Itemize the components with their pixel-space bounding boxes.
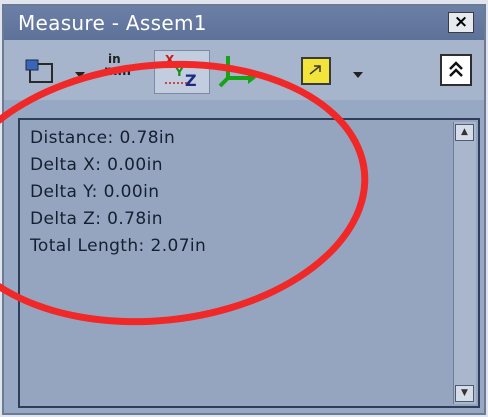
yellow-folder-icon[interactable] (300, 54, 334, 88)
folder-dropdown-icon[interactable] (352, 64, 364, 78)
select-dropdown-icon[interactable] (74, 64, 86, 78)
scroll-up-button[interactable]: ▲ (455, 124, 474, 141)
title-bar[interactable]: Measure - Assem1 × (4, 6, 484, 40)
select-tool-icon[interactable] (22, 52, 64, 90)
measure-window: Measure - Assem1 × in mm X Y Z Distance:… (2, 4, 486, 415)
delta-y-line: Delta Y: 0.00in (30, 182, 160, 202)
toolbar: in mm X Y Z (4, 40, 484, 100)
delta-z-line: Delta Z: 0.78in (30, 209, 163, 229)
total-length-line: Total Length: 2.07in (30, 236, 207, 256)
vertical-scrollbar[interactable]: ▲ ▼ (453, 122, 476, 404)
point-to-point-icon[interactable] (216, 52, 258, 90)
close-button[interactable]: × (448, 12, 474, 33)
window-title: Measure - Assem1 (18, 11, 207, 35)
measure-results-panel: Distance: 0.78in Delta X: 0.00in Delta Y… (18, 118, 480, 408)
delta-x-line: Delta X: 0.00in (30, 155, 163, 175)
units-button[interactable]: in mm (104, 52, 144, 90)
xyz-axes-icon (165, 82, 187, 84)
scroll-down-button[interactable]: ▼ (455, 385, 474, 402)
xyz-dimensions-button[interactable]: X Y Z (154, 50, 210, 94)
collapse-icon (449, 61, 463, 77)
distance-line: Distance: 0.78in (30, 128, 176, 148)
collapse-button[interactable] (440, 54, 472, 86)
units-mm-label: mm (104, 64, 132, 79)
